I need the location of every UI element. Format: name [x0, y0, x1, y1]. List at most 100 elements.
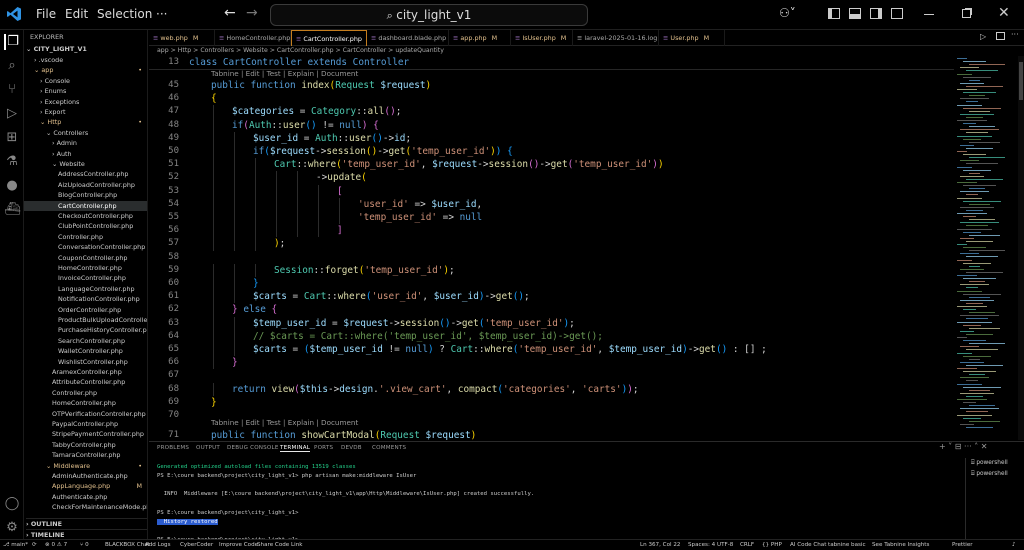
- tree-item[interactable]: › Enums: [24, 86, 148, 96]
- tree-item[interactable]: › Auth: [24, 149, 148, 159]
- workspace-root[interactable]: ⌄ CITY_LIGHT_V1: [26, 44, 148, 54]
- run-debug-icon[interactable]: ▷: [4, 106, 20, 122]
- tree-item[interactable]: AddressController.php: [24, 169, 148, 179]
- panel-tab[interactable]: DEVDB: [341, 445, 362, 451]
- panel-tab[interactable]: PROBLEMS: [157, 445, 189, 451]
- timeline-section[interactable]: › TIMELINE: [26, 529, 148, 539]
- editor-tab[interactable]: ≡ dashboard.blade.php: [367, 30, 449, 46]
- back-arrow-icon[interactable]: ←: [224, 5, 236, 21]
- tree-item[interactable]: › Exceptions: [24, 97, 148, 107]
- customize-layout-icon[interactable]: [891, 8, 903, 19]
- panel-tab[interactable]: DEBUG CONSOLE: [227, 445, 279, 451]
- breadcrumb[interactable]: app > Http > Controllers > Website > Car…: [149, 46, 979, 56]
- settings-gear-icon[interactable]: ⚙: [4, 520, 20, 536]
- panel-tab[interactable]: OUTPUT: [196, 445, 220, 451]
- tree-item[interactable]: Controller.php: [24, 232, 148, 242]
- tree-item[interactable]: HomeController.php: [24, 263, 148, 273]
- tree-item[interactable]: ⌄ Http•: [24, 117, 148, 127]
- tree-item[interactable]: › Console: [24, 76, 148, 86]
- tree-item[interactable]: › .vscode: [24, 55, 148, 65]
- editor-tab[interactable]: ≡ laravel-2025-01-16.log: [573, 30, 659, 46]
- sticky-scroll[interactable]: 13 class CartController extends Controll…: [149, 56, 954, 70]
- toggle-secondary-sidebar-icon[interactable]: [870, 8, 882, 19]
- tree-item[interactable]: CheckoutController.php: [24, 211, 148, 221]
- search-view-icon[interactable]: ⌕: [4, 58, 20, 74]
- close-window-icon[interactable]: ✕: [998, 5, 1010, 21]
- tree-item[interactable]: SearchController.php: [24, 336, 148, 346]
- tree-item[interactable]: AizUploadController.php: [24, 180, 148, 190]
- tree-item[interactable]: ⌄ Middleware•: [24, 461, 148, 471]
- split-editor-icon[interactable]: [996, 32, 1005, 40]
- code-editor[interactable]: 13 class CartController extends Controll…: [149, 56, 954, 440]
- tree-item[interactable]: HomeController.php: [24, 398, 148, 408]
- tree-item[interactable]: PaypalController.php: [24, 419, 148, 429]
- forward-arrow-icon[interactable]: →: [246, 5, 258, 21]
- account-icon[interactable]: ◯: [4, 496, 20, 512]
- terminal-item-2[interactable]: ⌸ powershell: [971, 471, 1008, 478]
- tree-item[interactable]: NotificationController.php: [24, 294, 148, 304]
- tree-item[interactable]: PurchaseHistoryController.php: [24, 325, 148, 335]
- tree-item[interactable]: CartController.php: [24, 201, 148, 211]
- extensions-icon[interactable]: ⊞: [4, 130, 20, 146]
- tree-item[interactable]: AppLanguage.phpM: [24, 481, 148, 491]
- tree-item[interactable]: CheckForMaintenanceMode.php: [24, 502, 148, 512]
- testing-icon[interactable]: ⚗: [4, 154, 20, 170]
- tree-item[interactable]: ⌄ Controllers: [24, 128, 148, 138]
- tree-item[interactable]: WishlistController.php: [24, 357, 148, 367]
- toggle-panel-icon[interactable]: [849, 8, 861, 19]
- terminal-item-1[interactable]: ⌸ powershell: [971, 460, 1008, 467]
- tree-item[interactable]: ClubPointController.php: [24, 221, 148, 231]
- tree-item[interactable]: ⌄ app•: [24, 65, 148, 75]
- tabnine-codelens-2[interactable]: Tabnine | Edit | Test | Explain | Docume…: [211, 418, 358, 427]
- tree-item[interactable]: InvoiceController.php: [24, 273, 148, 283]
- source-control-icon[interactable]: ⑂: [4, 82, 20, 98]
- tree-item[interactable]: OTPVerificationController.php: [24, 409, 148, 419]
- tree-item[interactable]: Authenticate.php: [24, 492, 148, 502]
- tree-item[interactable]: BlogController.php: [24, 190, 148, 200]
- tree-item[interactable]: › Export: [24, 107, 148, 117]
- editor-tab[interactable]: ≡ web.phpM: [149, 30, 215, 46]
- command-center[interactable]: ⌕ city_light_v1: [270, 4, 588, 26]
- tree-item[interactable]: TabbyController.php: [24, 440, 148, 450]
- menu-edit[interactable]: Edit: [65, 7, 88, 21]
- minimize-icon[interactable]: [924, 14, 934, 15]
- github-icon[interactable]: ●: [4, 178, 20, 194]
- restore-icon[interactable]: [962, 9, 971, 18]
- vertical-scrollbar[interactable]: [1018, 56, 1024, 440]
- tree-item[interactable]: TamaraController.php: [24, 450, 148, 460]
- more-actions-icon[interactable]: ···: [1011, 30, 1019, 39]
- menu-more[interactable]: ···: [156, 7, 167, 21]
- panel-tab[interactable]: TERMINAL: [280, 445, 310, 452]
- run-icon[interactable]: ▷: [980, 32, 986, 41]
- tree-item[interactable]: AttributeController.php: [24, 377, 148, 387]
- editor-tab[interactable]: ≡ CartController.php×: [291, 30, 367, 46]
- toggle-primary-sidebar-icon[interactable]: [828, 8, 840, 19]
- outline-section[interactable]: › OUTLINE: [26, 518, 148, 528]
- menu-file[interactable]: File: [36, 7, 56, 21]
- editor-tab[interactable]: ≡ IsUser.phpM: [511, 30, 573, 46]
- vscode-logo-icon[interactable]: [6, 6, 22, 22]
- explorer-icon[interactable]: ❐: [4, 34, 20, 50]
- panel-actions-icon[interactable]: + ˅ ⊟ ··· ˄ ✕: [939, 442, 987, 451]
- menu-selection[interactable]: Selection: [97, 7, 152, 21]
- tree-item[interactable]: ConversationController.php: [24, 242, 148, 252]
- tree-item[interactable]: Controller.php: [24, 388, 148, 398]
- tree-item[interactable]: › Admin: [24, 138, 148, 148]
- tree-item[interactable]: StripePaymentController.php: [24, 429, 148, 439]
- copilot-icon[interactable]: ⚇˅: [779, 6, 797, 22]
- tree-item[interactable]: LanguageController.php: [24, 284, 148, 294]
- tree-item[interactable]: AramexController.php: [24, 367, 148, 377]
- tabnine-codelens[interactable]: Tabnine | Edit | Test | Explain | Docume…: [211, 69, 358, 78]
- tree-item[interactable]: ⌄ Website: [24, 159, 148, 169]
- editor-tab[interactable]: ≡ app.phpM: [449, 30, 511, 46]
- tree-item[interactable]: WalletController.php: [24, 346, 148, 356]
- tree-item[interactable]: ProductBulkUploadController.p...: [24, 315, 148, 325]
- editor-tab[interactable]: ≡ HomeController.php: [215, 30, 291, 46]
- tree-item[interactable]: CouponController.php: [24, 253, 148, 263]
- tree-item[interactable]: AdminAuthenticate.php: [24, 471, 148, 481]
- panel-tab[interactable]: PORTS: [314, 445, 333, 451]
- docker-icon[interactable]: ⛴: [4, 202, 20, 218]
- panel-tab[interactable]: COMMENTS: [372, 445, 406, 451]
- minimap[interactable]: [955, 56, 1018, 440]
- tree-item[interactable]: OrderController.php: [24, 305, 148, 315]
